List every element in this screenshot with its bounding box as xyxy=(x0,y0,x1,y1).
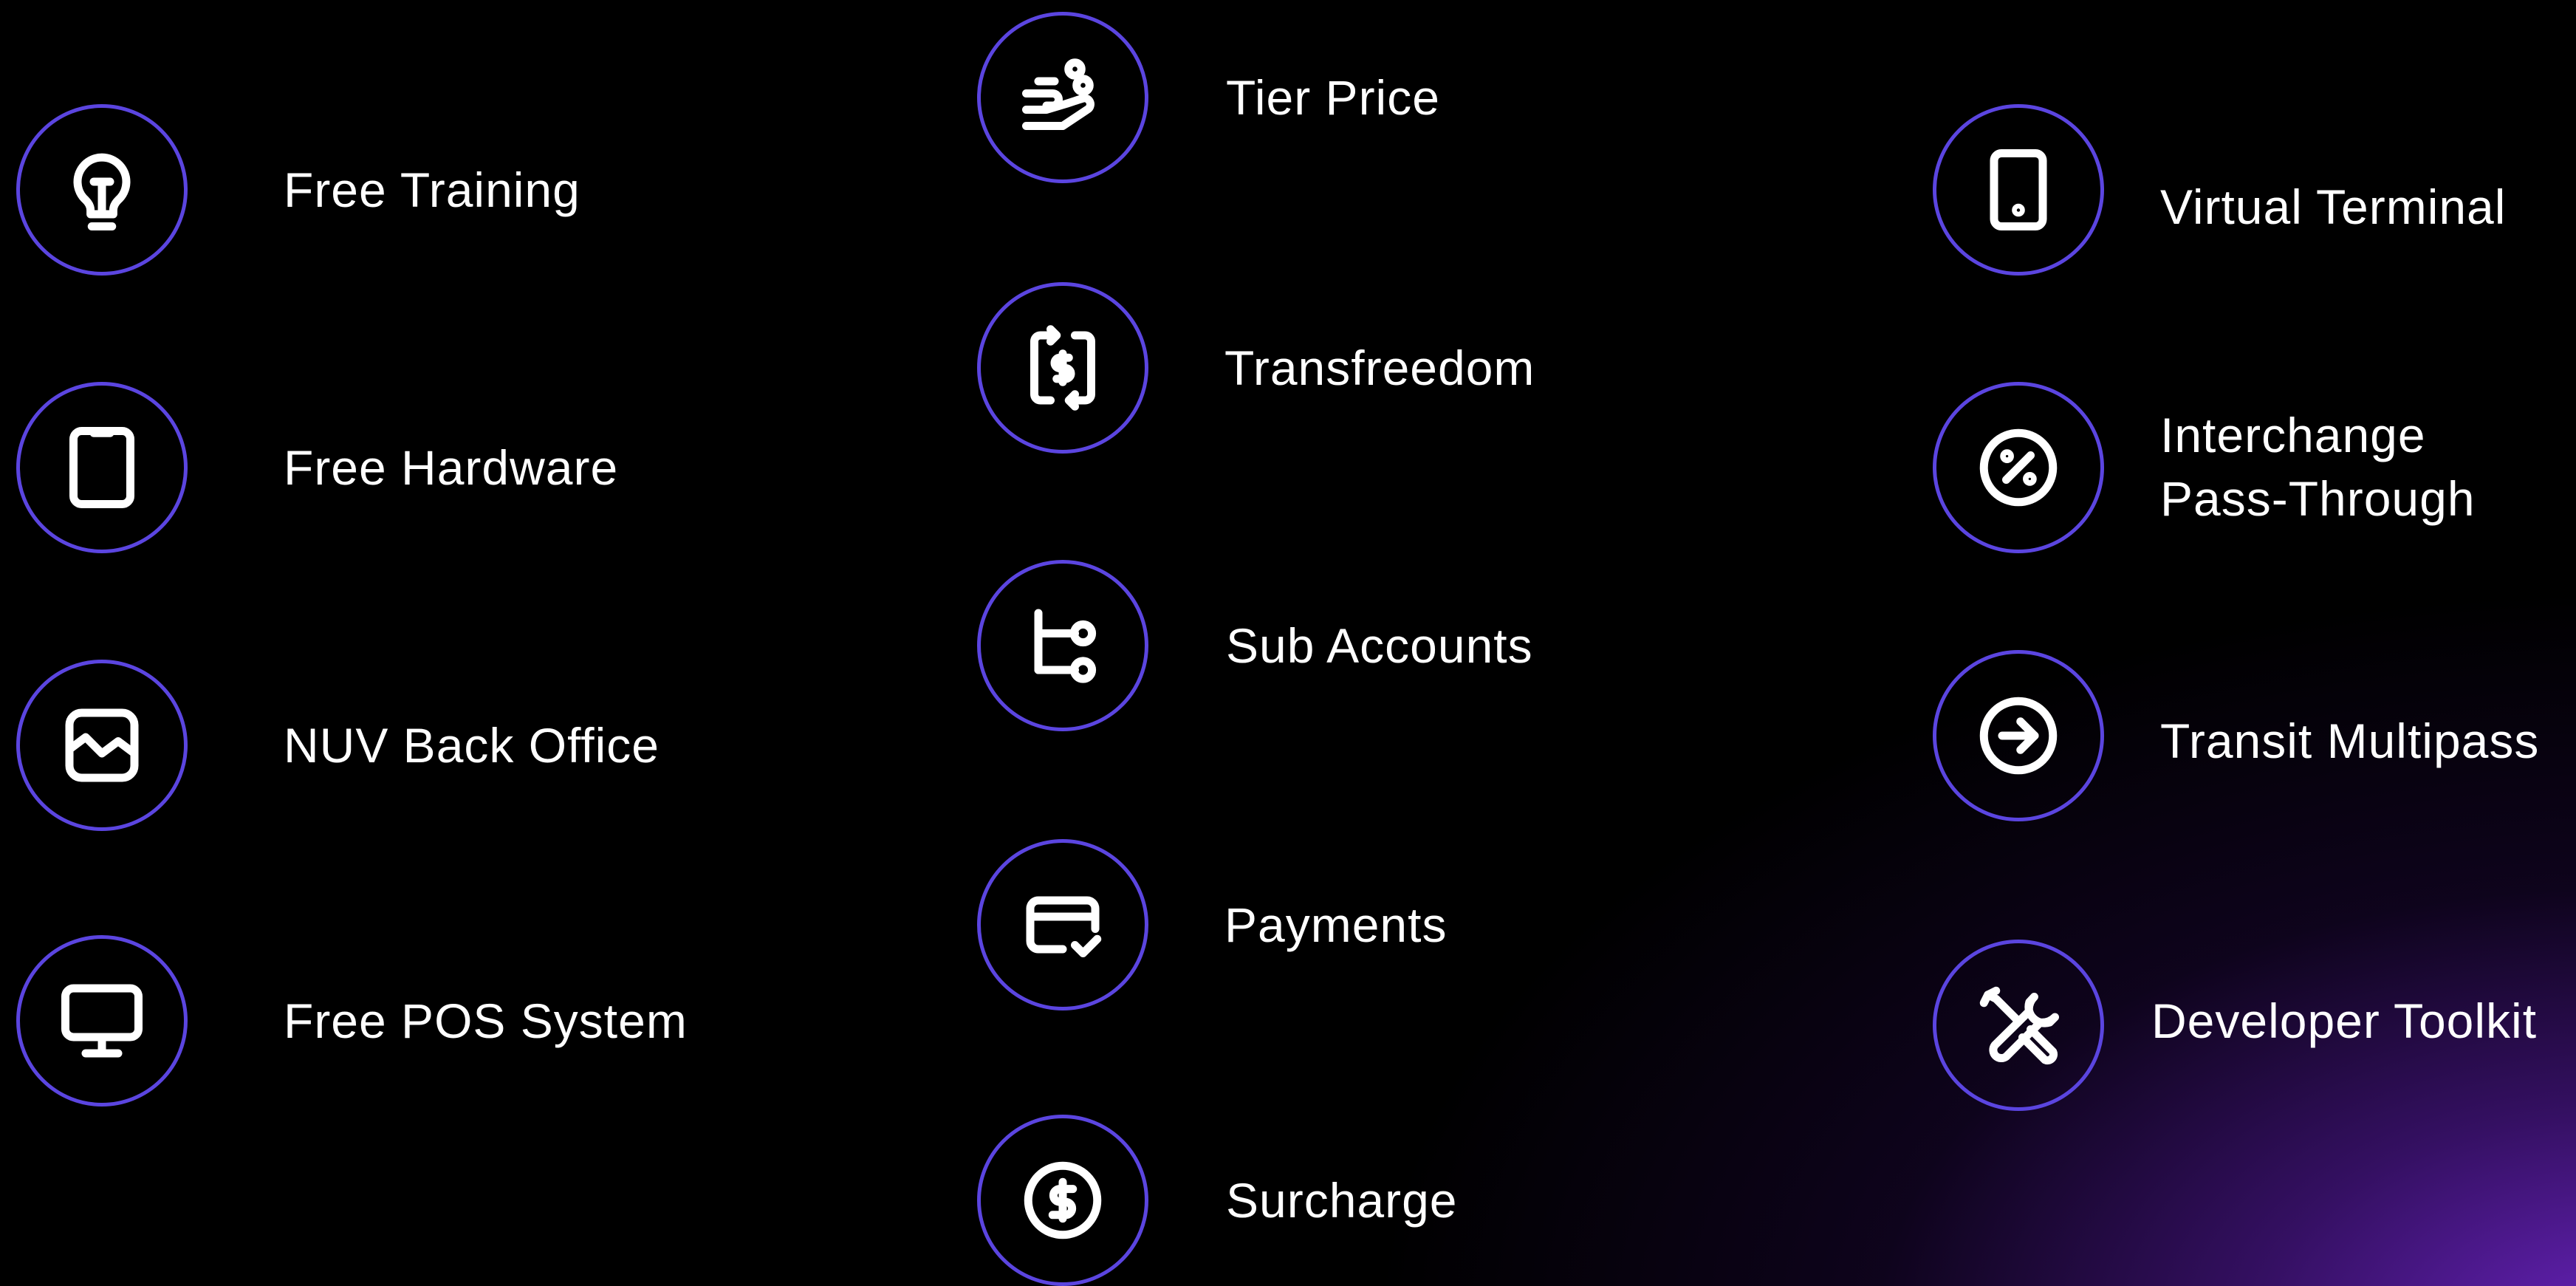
feature-virtual-terminal: Virtual Terminal xyxy=(1933,104,2506,276)
lightbulb-icon xyxy=(16,104,188,276)
feature-nuv-back-office: NUV Back Office xyxy=(16,660,660,831)
feature-label: Free Training xyxy=(284,163,580,217)
feature-label-line: Interchange xyxy=(2160,408,2426,462)
dollar-transfer-icon xyxy=(977,282,1148,454)
percent-circle-icon xyxy=(1933,382,2104,553)
feature-label: Virtual Terminal xyxy=(2160,179,2507,234)
feature-tier-price: Tier Price xyxy=(977,12,1440,183)
feature-label: Transfreedom xyxy=(1224,341,1535,395)
arrow-right-circle-icon xyxy=(1933,650,2104,821)
feature-transfreedom: Transfreedom xyxy=(977,282,1535,454)
dollar-circle-icon xyxy=(977,1115,1148,1286)
phone-device-icon xyxy=(1933,104,2104,276)
feature-label: Sub Accounts xyxy=(1226,618,1533,673)
feature-free-training: Free Training xyxy=(16,104,580,276)
hand-coins-icon xyxy=(977,12,1148,183)
feature-label-line: Pass-Through xyxy=(2160,471,2476,526)
tools-icon xyxy=(1933,940,2104,1111)
credit-card-check-icon xyxy=(977,839,1148,1010)
feature-free-pos-system: Free POS System xyxy=(16,935,688,1107)
feature-label: Interchange Pass-Through xyxy=(2160,403,2544,530)
feature-label: Tier Price xyxy=(1226,70,1440,125)
image-frame-icon xyxy=(16,660,188,831)
feature-label: Transit Multipass xyxy=(2160,714,2540,768)
feature-label: Free Hardware xyxy=(284,440,619,495)
feature-label: Free POS System xyxy=(284,993,688,1048)
feature-developer-toolkit: Developer Toolkit xyxy=(1933,940,2537,1111)
feature-label: Surcharge xyxy=(1226,1173,1458,1228)
feature-label: Developer Toolkit xyxy=(2151,993,2538,1048)
feature-label: NUV Back Office xyxy=(284,718,660,773)
feature-surcharge: Surcharge xyxy=(977,1115,1458,1286)
branch-icon xyxy=(977,560,1148,731)
feature-interchange-pass-through: Interchange Pass-Through xyxy=(1933,382,2544,553)
feature-label: Payments xyxy=(1224,897,1448,952)
monitor-icon xyxy=(16,935,188,1107)
feature-free-hardware: Free Hardware xyxy=(16,382,618,553)
feature-sub-accounts: Sub Accounts xyxy=(977,560,1533,731)
feature-payments: Payments xyxy=(977,839,1447,1010)
tablet-icon xyxy=(16,382,188,553)
feature-transit-multipass: Transit Multipass xyxy=(1933,650,2539,821)
